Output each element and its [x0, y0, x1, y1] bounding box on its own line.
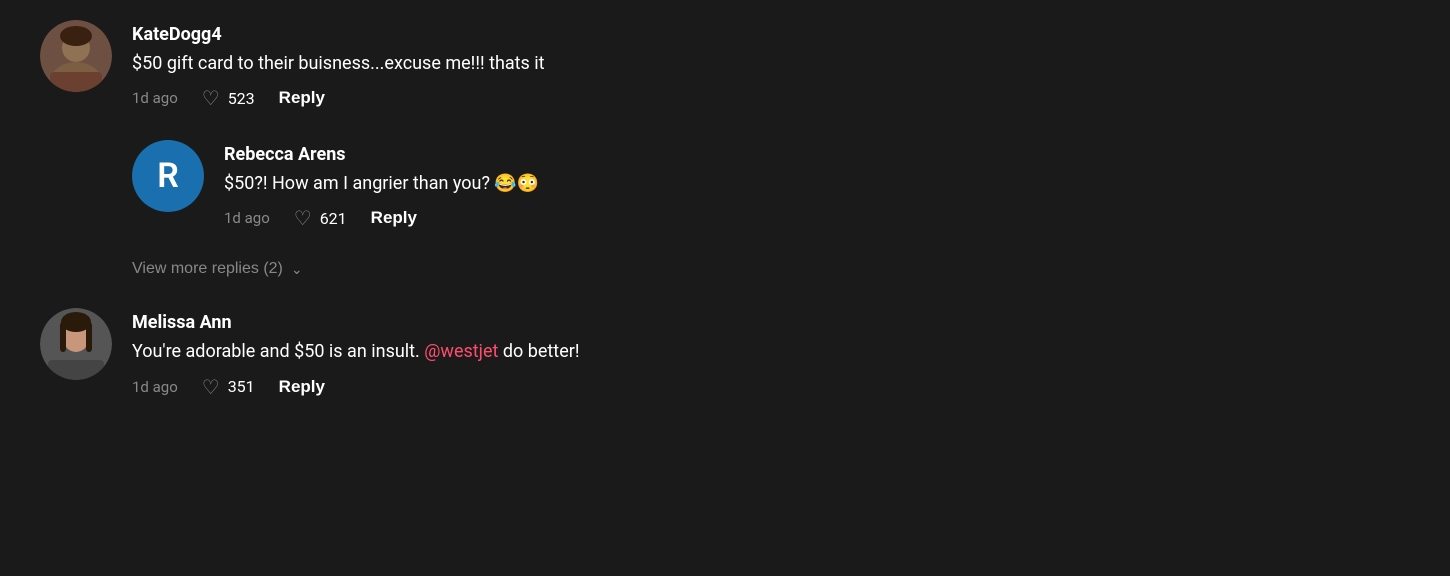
comment-katedogg4: KateDogg4 $50 gift card to their buisnes…	[40, 20, 940, 110]
like-count-rebecca: 621	[320, 209, 347, 228]
comment-body-rebecca: Rebecca Arens $50?! How am I angrier tha…	[224, 140, 940, 230]
comment-meta-rebecca: 1d ago ♡ 621 Reply	[224, 206, 940, 230]
replies-section-rebecca: R Rebecca Arens $50?! How am I angrier t…	[132, 140, 940, 230]
comment-time-melissa: 1d ago	[132, 378, 178, 396]
comment-text-part1: You're adorable and $50 is an insult.	[132, 341, 424, 362]
reply-button-melissa[interactable]: Reply	[279, 377, 325, 397]
comment-text-part2: do better!	[498, 341, 579, 362]
like-section-melissa: ♡ 351	[202, 375, 255, 399]
view-more-replies-label: View more replies (2)	[132, 260, 283, 278]
comment-text-melissa: You're adorable and $50 is an insult. @w…	[132, 339, 940, 364]
username-katedogg4: KateDogg4	[132, 24, 940, 45]
view-more-replies-button[interactable]: View more replies (2) ⌄	[132, 260, 303, 278]
comment-meta-melissa: 1d ago ♡ 351 Reply	[132, 375, 940, 399]
chevron-down-icon: ⌄	[291, 261, 303, 278]
avatar-rebecca-arens: R	[132, 140, 204, 212]
like-section-katedogg4: ♡ 523	[202, 86, 255, 110]
heart-icon-rebecca[interactable]: ♡	[294, 206, 312, 230]
comment-body-katedogg4: KateDogg4 $50 gift card to their buisnes…	[132, 20, 940, 110]
avatar-melissa-ann	[40, 308, 112, 380]
reply-button-rebecca[interactable]: Reply	[371, 208, 417, 228]
avatar-katedogg4	[40, 20, 112, 92]
comment-body-melissa: Melissa Ann You're adorable and $50 is a…	[132, 308, 940, 398]
comments-list: KateDogg4 $50 gift card to their buisnes…	[40, 20, 940, 399]
like-count-melissa: 351	[228, 377, 255, 396]
comment-text-rebecca: $50?! How am I angrier than you? 😂😳	[224, 171, 940, 196]
like-section-rebecca: ♡ 621	[294, 206, 347, 230]
comment-time-katedogg4: 1d ago	[132, 89, 178, 107]
comment-meta-katedogg4: 1d ago ♡ 523 Reply	[132, 86, 940, 110]
comment-time-rebecca: 1d ago	[224, 209, 270, 227]
heart-icon-melissa[interactable]: ♡	[202, 375, 220, 399]
username-rebecca: Rebecca Arens	[224, 144, 940, 165]
comment-rebecca-arens: R Rebecca Arens $50?! How am I angrier t…	[132, 140, 940, 230]
username-melissa: Melissa Ann	[132, 312, 940, 333]
reply-button-katedogg4[interactable]: Reply	[279, 88, 325, 108]
comment-text-katedogg4: $50 gift card to their buisness...excuse…	[132, 51, 940, 76]
comment-melissa-ann: Melissa Ann You're adorable and $50 is a…	[40, 308, 940, 398]
mention-westjet[interactable]: @westjet	[424, 341, 498, 362]
like-count-katedogg4: 523	[228, 89, 255, 108]
heart-icon-katedogg4[interactable]: ♡	[202, 86, 220, 110]
